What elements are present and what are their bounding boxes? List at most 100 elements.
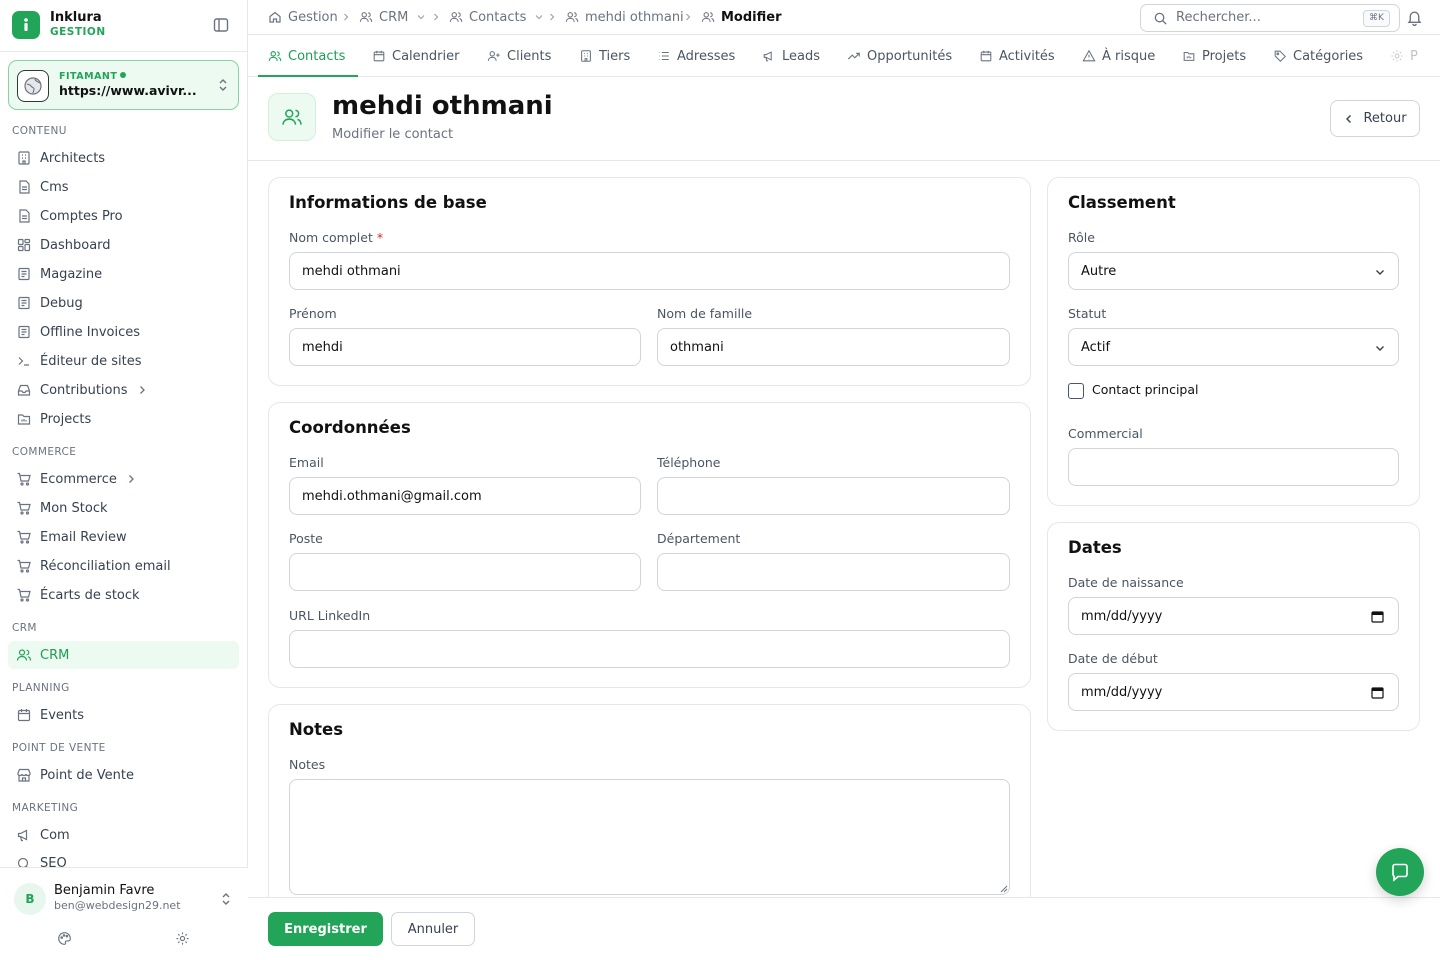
chevron-updown-icon[interactable] (219, 892, 233, 906)
section-point-de-vente: POINT DE VENTE (12, 742, 106, 754)
sidebar-item-label: Offline Invoices (40, 324, 141, 340)
users-icon (268, 51, 282, 61)
sidebar-item-seo[interactable]: SEO (8, 850, 239, 867)
tab-a-risque[interactable]: À risque (1082, 35, 1155, 77)
trending-up-icon (847, 52, 860, 60)
sidebar-item-label: Éditeur de sites (40, 353, 142, 369)
notes-textarea[interactable] (289, 779, 1010, 895)
chevron-right-icon (434, 13, 439, 21)
birth-date-label: Date de naissance (1068, 575, 1184, 590)
sidebar-toggle-icon[interactable] (212, 16, 230, 34)
page-subtitle: Modifier le contact (332, 127, 454, 142)
sidebar-item-email-review[interactable]: Email Review (8, 523, 239, 551)
birth-date-field[interactable]: mm/dd/yyyy (1068, 597, 1399, 635)
sidebar-item-offline-invoices[interactable]: Offline Invoices (8, 318, 239, 346)
avatar: B (14, 883, 46, 915)
sidebar-item-projects[interactable]: Projects (8, 405, 239, 433)
phone-field[interactable] (657, 477, 1010, 515)
sidebar-item-label: SEO (40, 856, 67, 867)
department-label: Département (657, 531, 741, 546)
first-name-field[interactable]: mehdi (289, 328, 641, 366)
sidebar-item-cms[interactable]: Cms (8, 173, 239, 201)
sidebar-item-comptes-pro[interactable]: Comptes Pro (8, 202, 239, 230)
full-name-field[interactable]: mehdi othmani (289, 252, 1010, 290)
form-actions: Enregistrer Annuler (248, 897, 1440, 960)
cart-icon (17, 559, 31, 573)
chevron-right-icon (344, 13, 349, 21)
tab-clients[interactable]: Clients (487, 35, 551, 77)
tab-adresses[interactable]: Adresses (657, 35, 735, 77)
users-icon (359, 12, 373, 22)
sidebar-item-contributions[interactable]: Contributions (8, 376, 239, 404)
site-url: https://www.avivr... (59, 83, 197, 98)
tab-contacts[interactable]: Contacts (268, 35, 345, 77)
sidebar-item-label: Cms (40, 179, 69, 195)
cart-icon (17, 588, 31, 602)
tab-calendrier[interactable]: Calendrier (372, 35, 459, 77)
sidebar-item-ecarts[interactable]: Écarts de stock (8, 581, 239, 609)
sidebar-item-crm[interactable]: CRM (8, 641, 239, 669)
tab-more[interactable]: P (1390, 35, 1418, 77)
sidebar-item-events[interactable]: Events (8, 701, 239, 729)
tab-projets[interactable]: Projets (1182, 35, 1246, 77)
calendar-icon[interactable] (1371, 610, 1384, 623)
primary-contact-label[interactable]: Contact principal (1092, 382, 1199, 397)
section-crm: CRM (12, 622, 37, 634)
classification-card: Classement Rôle Autre Statut Actif Conta… (1047, 177, 1420, 506)
palette-icon[interactable] (57, 931, 72, 946)
sidebar-item-com[interactable]: Com (8, 821, 239, 849)
sidebar-item-ecommerce[interactable]: Ecommerce (8, 465, 239, 493)
chat-button[interactable] (1376, 848, 1424, 896)
calendar-icon[interactable] (1371, 686, 1384, 699)
last-name-field[interactable]: othmani (657, 328, 1010, 366)
start-date-field[interactable]: mm/dd/yyyy (1068, 673, 1399, 711)
search-input[interactable]: Rechercher... ⌘K (1140, 4, 1400, 32)
newspaper-icon (18, 296, 30, 310)
status-select[interactable]: Actif (1068, 328, 1399, 366)
linkedin-field[interactable] (289, 630, 1010, 668)
commercial-field[interactable] (1068, 448, 1399, 486)
cancel-button[interactable]: Annuler (391, 912, 475, 946)
sidebar-item-editeur[interactable]: Éditeur de sites (8, 347, 239, 375)
sidebar: Inklura GESTION FITAMANT https://www.avi… (0, 0, 248, 960)
tab-tiers[interactable]: Tiers (579, 35, 630, 77)
save-button[interactable]: Enregistrer (268, 912, 383, 946)
role-select[interactable]: Autre (1068, 252, 1399, 290)
breadcrumb-gestion[interactable]: Gestion (268, 8, 338, 26)
sidebar-item-reconciliation[interactable]: Réconciliation email (8, 552, 239, 580)
tab-categories[interactable]: Catégories (1273, 35, 1363, 77)
chevron-right-icon (128, 475, 134, 483)
tab-opportunites[interactable]: Opportunités (847, 35, 952, 77)
users-icon (268, 93, 316, 141)
breadcrumb-contacts[interactable]: Contacts (449, 8, 544, 26)
sidebar-item-point-de-vente[interactable]: Point de Vente (8, 761, 239, 789)
topbar: Gestion CRM Contacts mehdi othmani Modif… (248, 0, 1440, 34)
sidebar-item-debug[interactable]: Debug (8, 289, 239, 317)
tab-activites[interactable]: Activités (979, 35, 1055, 77)
tab-leads[interactable]: Leads (762, 35, 820, 77)
position-field[interactable] (289, 553, 641, 591)
resize-handle-icon[interactable] (1000, 885, 1008, 893)
back-button[interactable]: Retour (1330, 100, 1420, 137)
search-shortcut: ⌘K (1363, 10, 1390, 27)
first-name-label: Prénom (289, 306, 337, 321)
breadcrumb-crm[interactable]: CRM (359, 8, 426, 26)
bell-icon[interactable] (1406, 9, 1423, 26)
breadcrumb-contact[interactable]: mehdi othmani (565, 8, 684, 26)
phone-label: Téléphone (657, 455, 721, 470)
users-icon (565, 12, 579, 22)
sidebar-item-label: Mon Stock (40, 500, 108, 516)
user-menu[interactable]: B Benjamin Favre ben@webdesign29.net (0, 867, 248, 960)
sidebar-item-dashboard[interactable]: Dashboard (8, 231, 239, 259)
site-switcher[interactable]: FITAMANT https://www.avivr... (8, 60, 239, 110)
email-field[interactable]: mehdi.othmani@gmail.com (289, 477, 641, 515)
sidebar-item-architects[interactable]: Architects (8, 144, 239, 172)
basic-info-card: Informations de base Nom complet * mehdi… (268, 177, 1031, 386)
gear-icon[interactable] (175, 931, 190, 946)
sidebar-item-magazine[interactable]: Magazine (8, 260, 239, 288)
primary-contact-checkbox[interactable] (1068, 383, 1084, 399)
start-date-placeholder: mm/dd/yyyy (1081, 684, 1163, 700)
department-field[interactable] (657, 553, 1010, 591)
sidebar-item-mon-stock[interactable]: Mon Stock (8, 494, 239, 522)
app-logo[interactable]: Inklura GESTION (12, 10, 236, 42)
